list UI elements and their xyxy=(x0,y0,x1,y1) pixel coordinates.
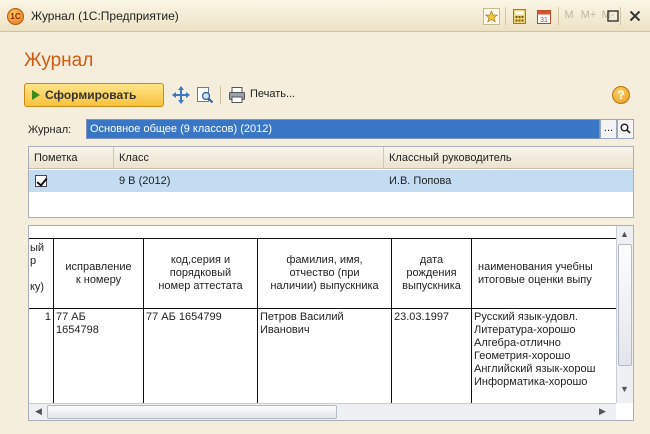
scroll-down-icon[interactable]: ▼ xyxy=(617,382,632,397)
scroll-right-icon[interactable]: ▶ xyxy=(595,404,610,419)
grid-header-birthdate: дата рождения выпускника xyxy=(392,239,472,309)
report-grid[interactable]: ый р ку) исправление к номеру код,серия … xyxy=(28,225,634,421)
memory-m-button[interactable]: M xyxy=(563,8,575,25)
generate-button-label: Сформировать xyxy=(45,88,137,102)
preview-magnifier-icon[interactable] xyxy=(196,86,214,104)
journal-input[interactable]: Основное общее (9 классов) (2012) xyxy=(86,119,600,139)
move-cross-icon[interactable] xyxy=(172,86,190,104)
close-icon[interactable] xyxy=(627,8,643,25)
class-table-header: Пометка Класс Классный руководитель xyxy=(29,147,633,169)
grid-cell-number[interactable]: 1 xyxy=(29,309,54,403)
scroll-up-icon[interactable]: ▲ xyxy=(617,227,632,242)
play-icon xyxy=(32,90,40,100)
page-title: Журнал xyxy=(24,50,94,71)
window-title: Журнал (1С:Предприятие) xyxy=(31,9,179,23)
journal-select-button[interactable]: ... xyxy=(600,119,617,139)
mark-checkbox[interactable] xyxy=(35,175,47,187)
header-mark[interactable]: Пометка xyxy=(29,147,114,169)
maximize-icon[interactable] xyxy=(606,8,620,25)
grid-cell-birthdate[interactable]: 23.03.1997 xyxy=(392,309,472,403)
class-table: Пометка Класс Классный руководитель 9 В … xyxy=(28,146,634,218)
class-cell: 9 В (2012) xyxy=(119,175,171,187)
favorites-star-icon[interactable] xyxy=(483,8,500,25)
horizontal-scrollbar[interactable]: ◀ ▶ xyxy=(29,403,616,420)
generate-button[interactable]: Сформировать xyxy=(24,83,164,107)
window-titlebar: 1С Журнал (1С:Предприятие) 31 M M+ M- xyxy=(0,0,650,32)
vertical-scrollbar[interactable]: ▲ ▼ xyxy=(616,226,633,403)
help-icon[interactable]: ? xyxy=(612,86,630,104)
report-grid-content: ый р ку) исправление к номеру код,серия … xyxy=(29,239,616,403)
grid-header-correction: исправление к номеру xyxy=(54,239,144,309)
grid-header-certificate: код,серия и порядковый номер аттестата xyxy=(144,239,258,309)
printer-icon[interactable] xyxy=(228,86,246,104)
grid-cell-certificate[interactable]: 77 АБ 1654799 xyxy=(144,309,258,403)
app-1c-icon[interactable]: 1С xyxy=(7,8,24,25)
grid-header-number: ый р ку) xyxy=(29,239,54,309)
grid-header-grades: наименования учебны итоговые оценки выпу xyxy=(472,239,616,309)
grid-cell-correction[interactable]: 77 АБ 1654798 xyxy=(54,309,144,403)
teacher-cell: И.В. Попова xyxy=(389,175,452,187)
grid-header-fullname: фамилия, имя, отчество (при наличии) вып… xyxy=(258,239,392,309)
memory-add-button[interactable]: M+ xyxy=(580,8,597,25)
journal-search-icon[interactable] xyxy=(617,119,634,139)
scroll-left-icon[interactable]: ◀ xyxy=(31,404,46,419)
print-button[interactable]: Печать... xyxy=(250,88,295,100)
grid-cell-grades[interactable]: Русский язык-удовл. Литература-хорошо Ал… xyxy=(472,309,616,403)
vertical-scroll-thumb[interactable] xyxy=(618,244,632,366)
header-class[interactable]: Класс xyxy=(114,147,384,169)
calendar-icon[interactable]: 31 xyxy=(535,8,552,25)
header-teacher[interactable]: Классный руководитель xyxy=(384,147,633,169)
table-row[interactable]: 9 В (2012) И.В. Попова xyxy=(29,170,633,192)
svg-text:31: 31 xyxy=(540,17,548,24)
journal-label: Журнал: xyxy=(28,124,72,136)
horizontal-scroll-thumb[interactable] xyxy=(47,405,337,419)
calculator-icon[interactable] xyxy=(511,8,528,25)
grid-cell-fullname[interactable]: Петров Василий Иванович xyxy=(258,309,392,403)
